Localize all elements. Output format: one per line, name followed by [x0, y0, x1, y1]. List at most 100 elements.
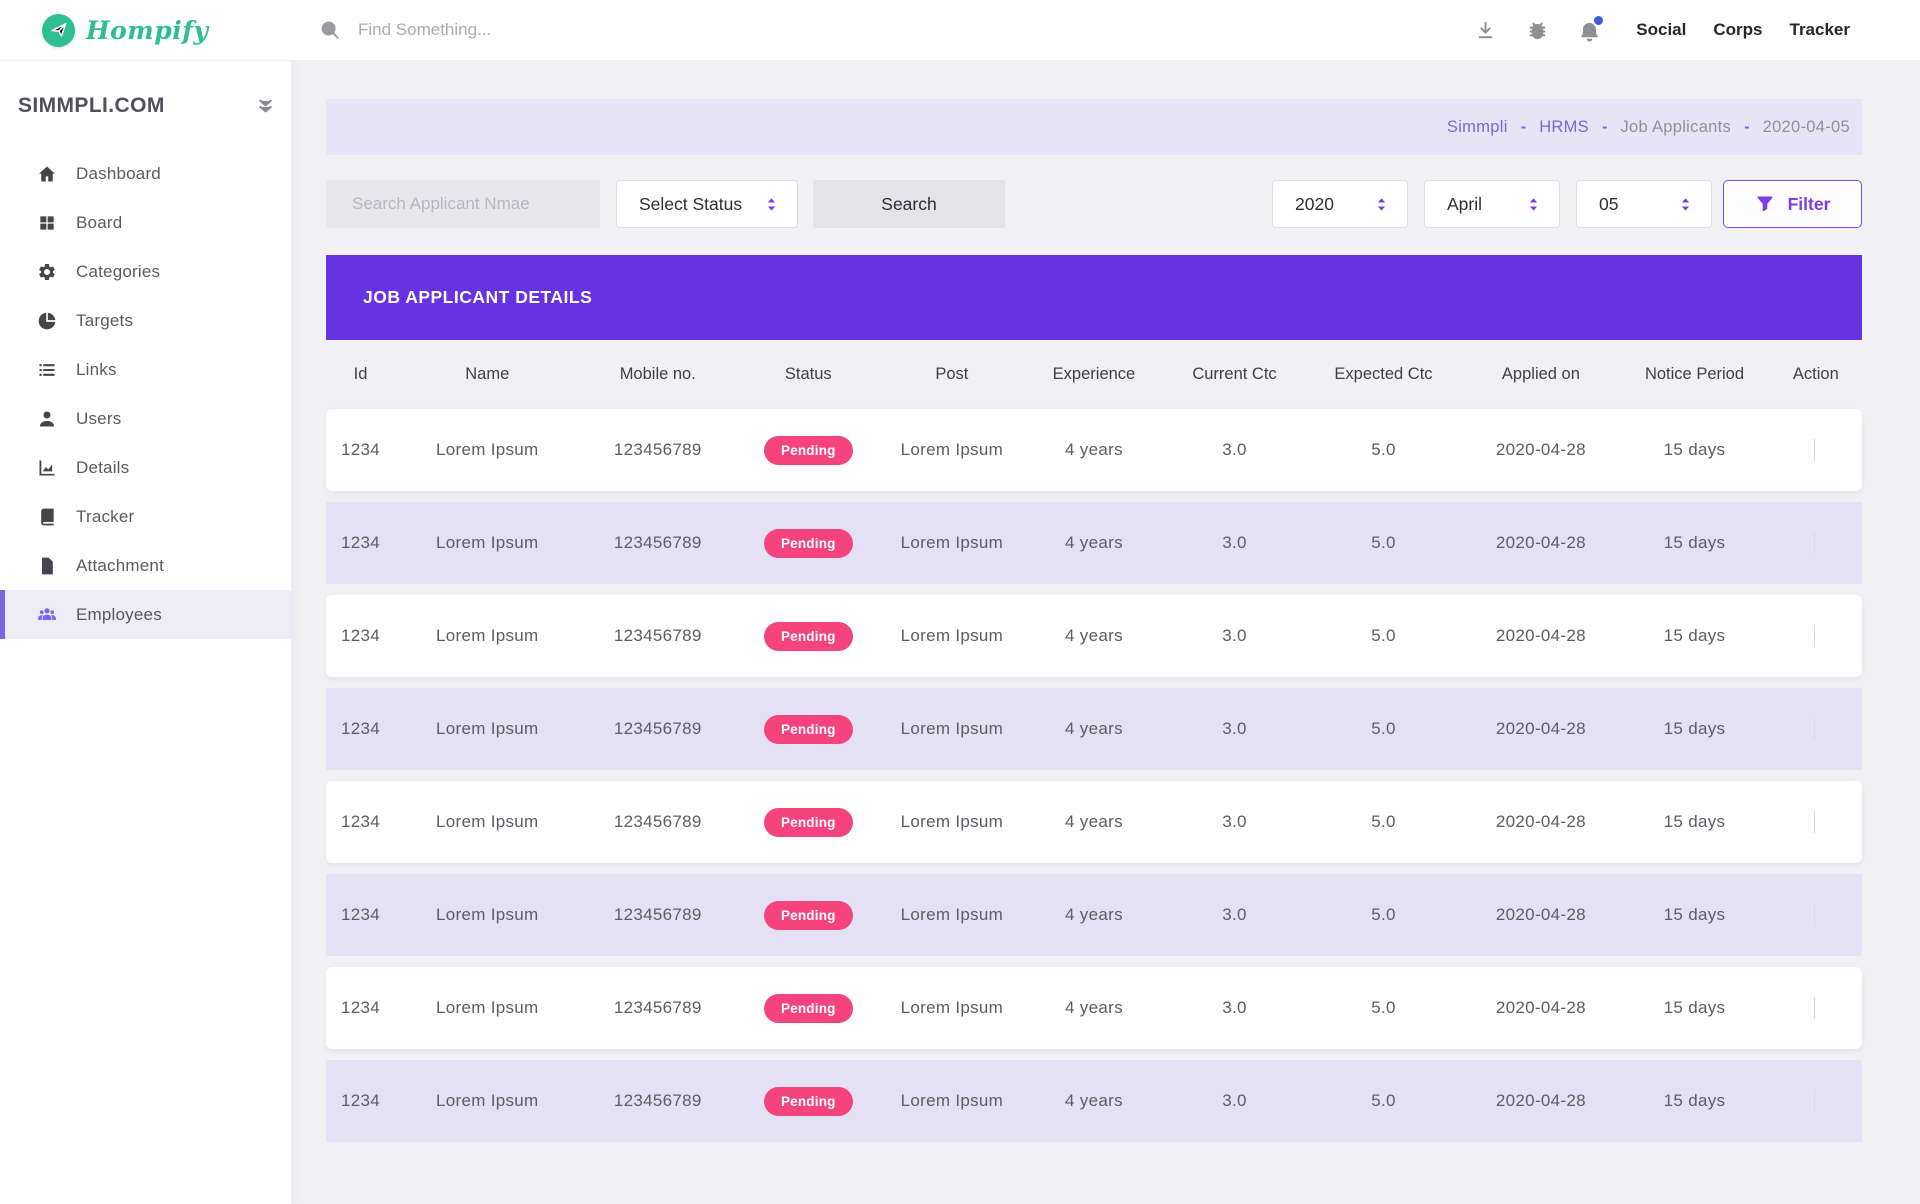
- cell-notice-period: 15 days: [1619, 1091, 1770, 1111]
- edit-icon[interactable]: [1785, 441, 1804, 460]
- sidebar-item-links[interactable]: Links: [0, 345, 291, 394]
- cell-mobile: 123456789: [579, 626, 736, 646]
- cell-mobile: 123456789: [579, 905, 736, 925]
- cell-expected-ctc: 5.0: [1304, 998, 1462, 1018]
- nav-link-corps[interactable]: Corps: [1713, 20, 1762, 40]
- cell-status: Pending: [736, 529, 880, 558]
- bell-icon[interactable]: [1578, 19, 1601, 42]
- cell-applied-on: 2020-04-28: [1463, 998, 1620, 1018]
- cell-name: Lorem Ipsum: [395, 626, 579, 646]
- applicant-search-input[interactable]: [326, 180, 600, 228]
- edit-icon[interactable]: [1785, 813, 1804, 832]
- column-header-mobile-no: Mobile no.: [579, 365, 736, 384]
- cell-current-ctc: 3.0: [1165, 812, 1305, 832]
- cell-action: [1770, 625, 1862, 647]
- cell-current-ctc: 3.0: [1165, 719, 1305, 739]
- chevron-double-down-icon[interactable]: [255, 96, 276, 117]
- sidebar-item-label: Employees: [76, 605, 162, 625]
- view-icon[interactable]: [1825, 904, 1847, 926]
- action-divider: [1814, 811, 1815, 833]
- status-badge: Pending: [764, 529, 853, 558]
- logo[interactable]: Hompify: [0, 14, 291, 47]
- view-icon[interactable]: [1825, 439, 1847, 461]
- cell-applied-on: 2020-04-28: [1463, 719, 1620, 739]
- cell-action: [1770, 1090, 1862, 1112]
- cell-expected-ctc: 5.0: [1304, 626, 1462, 646]
- cell-name: Lorem Ipsum: [395, 719, 579, 739]
- topbar-nav: Social Corps Tracker: [1636, 20, 1850, 40]
- day-select[interactable]: 05: [1576, 180, 1712, 228]
- cell-experience: 4 years: [1023, 1091, 1164, 1111]
- cell-current-ctc: 3.0: [1165, 626, 1305, 646]
- download-icon[interactable]: [1474, 19, 1497, 42]
- filter-button[interactable]: Filter: [1723, 180, 1862, 228]
- cell-id: 1234: [326, 905, 395, 925]
- view-icon[interactable]: [1825, 718, 1847, 740]
- column-header-action: Action: [1770, 365, 1862, 384]
- view-icon[interactable]: [1825, 997, 1847, 1019]
- breadcrumb-item-hrms[interactable]: HRMS: [1539, 118, 1589, 137]
- edit-icon[interactable]: [1785, 534, 1804, 553]
- day-select-value: 05: [1599, 194, 1618, 215]
- sidebar-item-targets[interactable]: Targets: [0, 296, 291, 345]
- sidebar-item-categories[interactable]: Categories: [0, 247, 291, 296]
- nav-link-tracker[interactable]: Tracker: [1790, 20, 1851, 40]
- bug-icon[interactable]: [1526, 19, 1549, 42]
- status-badge: Pending: [764, 1087, 853, 1116]
- logo-text: Hompify: [86, 16, 209, 45]
- month-select-value: April: [1447, 194, 1482, 215]
- sidebar-item-details[interactable]: Details: [0, 443, 291, 492]
- board-icon: [37, 213, 57, 233]
- column-header-name: Name: [395, 365, 579, 384]
- book-icon: [37, 507, 57, 527]
- edit-icon[interactable]: [1785, 1092, 1804, 1111]
- pie-chart-icon: [37, 311, 57, 331]
- cell-name: Lorem Ipsum: [395, 1091, 579, 1111]
- sidebar-item-dashboard[interactable]: Dashboard: [0, 149, 291, 198]
- cell-post: Lorem Ipsum: [880, 626, 1023, 646]
- cell-applied-on: 2020-04-28: [1463, 440, 1620, 460]
- edit-icon[interactable]: [1785, 627, 1804, 646]
- year-select[interactable]: 2020: [1272, 180, 1408, 228]
- cell-experience: 4 years: [1023, 626, 1164, 646]
- global-search-area: [291, 19, 1474, 41]
- edit-icon[interactable]: [1785, 720, 1804, 739]
- nav-link-social[interactable]: Social: [1636, 20, 1686, 40]
- main-content: Simmpli-HRMS-Job Applicants-2020-04-05 S…: [291, 61, 1920, 1142]
- table-row: 1234 Lorem Ipsum 123456789 Pending Lorem…: [326, 781, 1862, 863]
- sidebar-item-employees[interactable]: Employees: [0, 590, 291, 639]
- cell-status: Pending: [736, 901, 880, 930]
- cell-name: Lorem Ipsum: [395, 998, 579, 1018]
- cell-expected-ctc: 5.0: [1304, 1091, 1462, 1111]
- user-icon: [37, 409, 57, 429]
- sidebar-item-attachment[interactable]: Attachment: [0, 541, 291, 590]
- cell-mobile: 123456789: [579, 533, 736, 553]
- status-select[interactable]: Select Status: [616, 180, 798, 228]
- sidebar-item-tracker[interactable]: Tracker: [0, 492, 291, 541]
- breadcrumb-separator: -: [1602, 118, 1608, 137]
- edit-icon[interactable]: [1785, 906, 1804, 925]
- cell-current-ctc: 3.0: [1165, 905, 1305, 925]
- sidebar-item-board[interactable]: Board: [0, 198, 291, 247]
- month-select[interactable]: April: [1424, 180, 1560, 228]
- select-arrows-icon: [1524, 195, 1543, 214]
- cell-mobile: 123456789: [579, 719, 736, 739]
- cell-action: [1770, 811, 1862, 833]
- sidebar-item-users[interactable]: Users: [0, 394, 291, 443]
- sidebar-menu: DashboardBoardCategoriesTargetsLinksUser…: [0, 149, 291, 639]
- edit-icon[interactable]: [1785, 999, 1804, 1018]
- select-arrows-icon: [762, 195, 781, 214]
- global-search-input[interactable]: [358, 20, 678, 40]
- breadcrumb-separator: -: [1744, 118, 1750, 137]
- sidebar-header: SIMMPLI.COM: [0, 61, 291, 118]
- view-icon[interactable]: [1825, 811, 1847, 833]
- view-icon[interactable]: [1825, 532, 1847, 554]
- table-row: 1234 Lorem Ipsum 123456789 Pending Lorem…: [326, 409, 1862, 491]
- sidebar-item-label: Tracker: [76, 507, 134, 527]
- search-button[interactable]: Search: [813, 180, 1005, 228]
- view-icon[interactable]: [1825, 1090, 1847, 1112]
- view-icon[interactable]: [1825, 625, 1847, 647]
- action-divider: [1814, 532, 1815, 554]
- cell-expected-ctc: 5.0: [1304, 812, 1462, 832]
- breadcrumb-item-simmpli[interactable]: Simmpli: [1447, 118, 1508, 137]
